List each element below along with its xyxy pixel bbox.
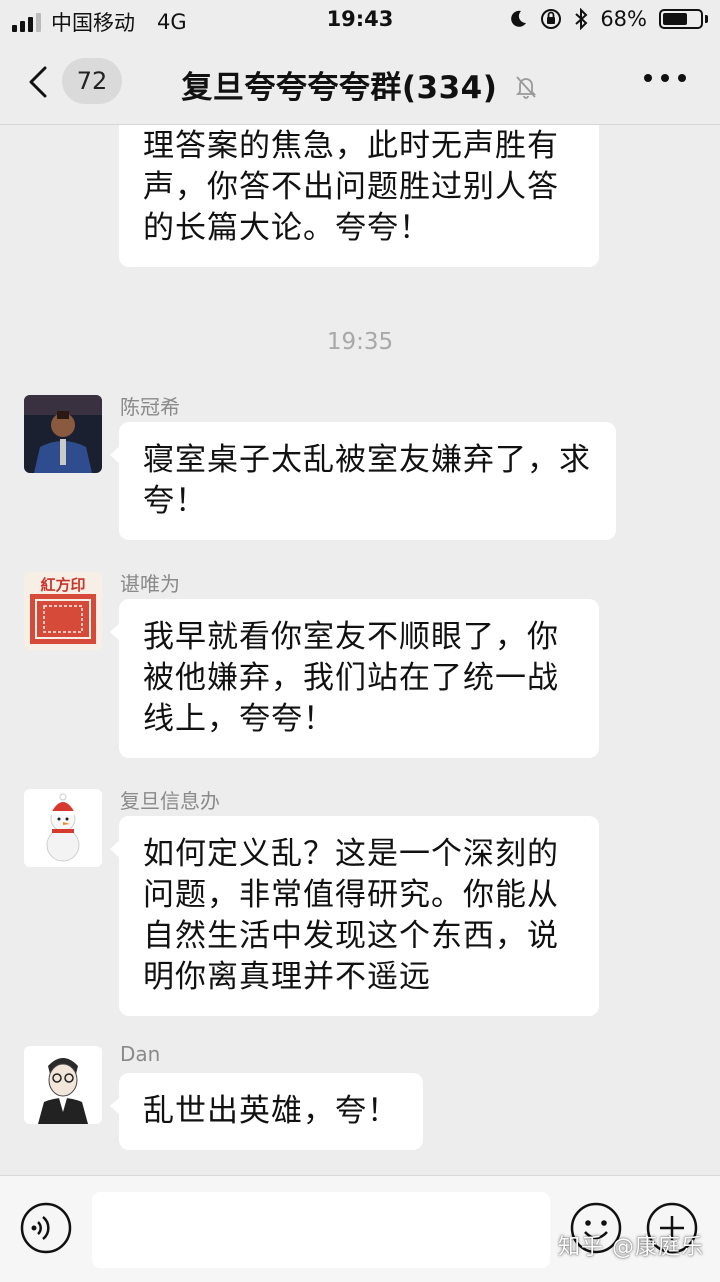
avatar-photo-icon bbox=[24, 395, 102, 473]
status-right: 68% bbox=[508, 7, 708, 31]
avatar-label: 紅方印 bbox=[40, 576, 86, 594]
chat-title-wrap: 复旦夸夸夸夸群(334) bbox=[0, 62, 720, 107]
battery-icon bbox=[659, 9, 708, 29]
sender-name: 复旦信息办 bbox=[120, 789, 220, 813]
message-bubble[interactable]: 寝室桌子太乱被室友嫌弃了，求夸！ bbox=[119, 422, 616, 540]
watermark: 知乎 @康庭乐 bbox=[558, 1235, 704, 1260]
more-options-icon[interactable] bbox=[644, 74, 686, 82]
sender-name: 陈冠希 bbox=[120, 395, 180, 419]
bluetooth-icon bbox=[575, 8, 588, 30]
chat-header: 72 复旦夸夸夸夸群(334) bbox=[0, 40, 720, 125]
status-bar: 中国移动 4G 19:43 68% bbox=[0, 0, 720, 40]
voice-input-icon[interactable] bbox=[20, 1202, 72, 1254]
message-bubble[interactable]: 如何定义乱？这是一个深刻的问题，非常值得研究。你能从自然生活中发现这个东西，说明… bbox=[119, 816, 599, 1016]
avatar[interactable] bbox=[24, 1046, 102, 1124]
chat-title: 复旦夸夸夸夸群(334) bbox=[181, 70, 498, 106]
avatar[interactable]: 紅方印 bbox=[24, 572, 102, 650]
message-bubble[interactable]: 以及想去想夸都绍不出一个合理答案的焦急，此时无声胜有声，你答不出问题胜过别人答的… bbox=[119, 125, 599, 267]
message-bubble[interactable]: 我早就看你室友不顺眼了，你被他嫌弃，我们站在了统一战线上，夸夸！ bbox=[119, 599, 599, 758]
battery-percent: 68% bbox=[600, 7, 647, 31]
avatar[interactable] bbox=[24, 395, 102, 473]
battery-fill bbox=[663, 13, 688, 25]
avatar[interactable] bbox=[24, 789, 102, 867]
message-list[interactable]: 以及想去想夸都绍不出一个合理答案的焦急，此时无声胜有声，你答不出问题胜过别人答的… bbox=[0, 125, 720, 1175]
message-bubble[interactable]: 乱世出英雄，夸！ bbox=[119, 1073, 423, 1150]
sender-name: 谌唯为 bbox=[120, 572, 180, 596]
message-input[interactable] bbox=[92, 1192, 550, 1268]
message-timestamp: 19:35 bbox=[326, 329, 394, 355]
sender-name: Dan bbox=[120, 1042, 161, 1066]
moon-icon bbox=[511, 10, 527, 27]
snowman-avatar-icon bbox=[24, 789, 102, 867]
mute-bell-icon bbox=[515, 76, 536, 99]
orientation-lock-icon bbox=[541, 9, 562, 29]
sketch-avatar-icon bbox=[24, 1046, 102, 1124]
